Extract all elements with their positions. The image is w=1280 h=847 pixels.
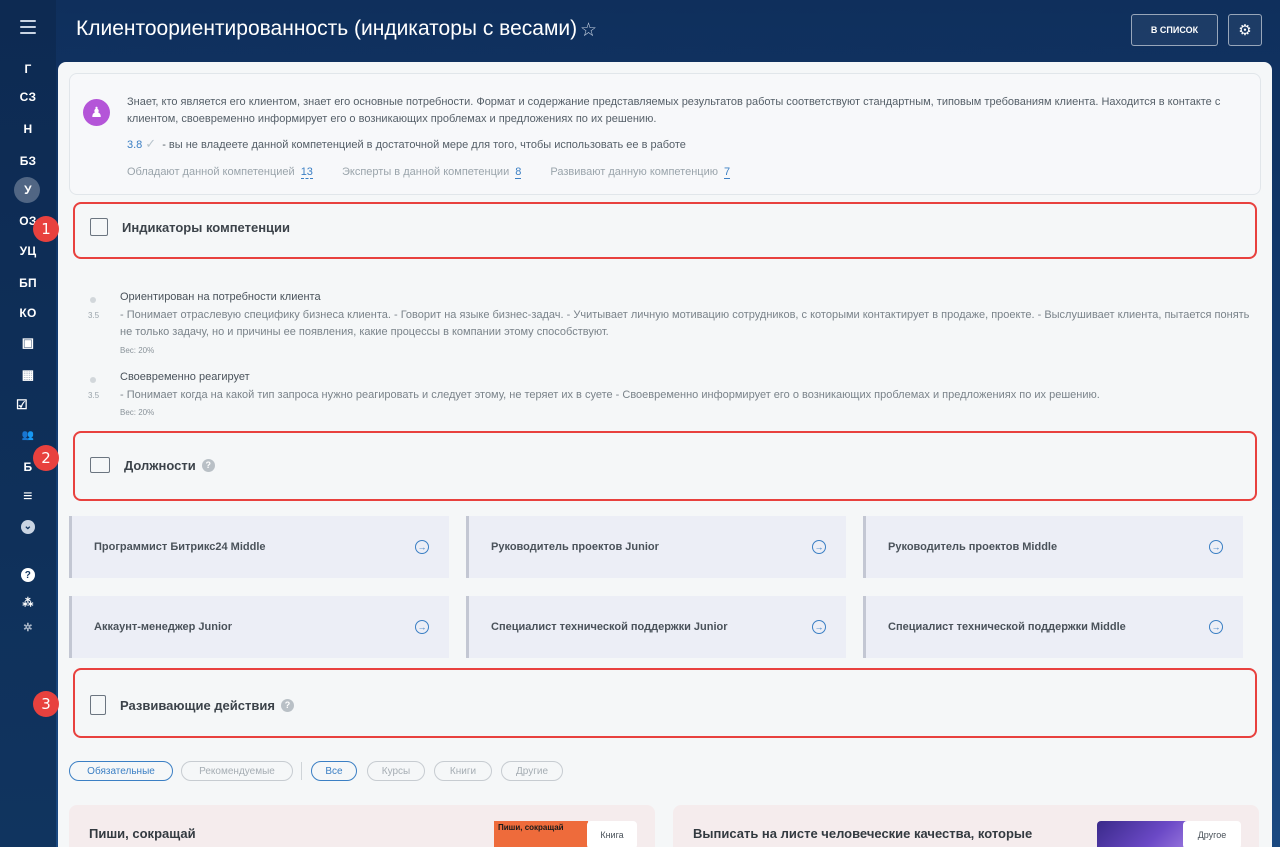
sidebar-item-n[interactable]: Н [0, 116, 56, 142]
annotation-box [73, 202, 1257, 259]
id-card-icon: ▣ [21, 335, 35, 350]
annotation-box [73, 668, 1257, 738]
sidebar-item-help[interactable]: ? [0, 562, 56, 588]
sidebar-item-tasks[interactable]: ☑1 [0, 392, 72, 418]
rating-value: 3.8 [127, 139, 143, 151]
stat-developing-count[interactable]: 7 [723, 166, 731, 179]
indicator-dot [90, 297, 96, 303]
stat-label: Развивают данную компетенцию [550, 166, 718, 178]
competence-description: Знает, кто является его клиентом, знает … [127, 96, 1221, 125]
filter-courses[interactable]: Курсы [367, 761, 425, 781]
settings-button[interactable]: ⚙ [1228, 14, 1262, 46]
annotation-number: 1 [33, 216, 59, 242]
filter-divider [301, 762, 302, 780]
action-cover-image [1097, 821, 1191, 847]
sidebar-item-settings[interactable]: ✲ [0, 614, 56, 640]
position-card[interactable]: Специалист технической поддержки Junior → [466, 596, 846, 658]
sidebar-item-sz[interactable]: СЗ [0, 84, 56, 110]
arrow-right-circle-icon[interactable]: → [812, 620, 826, 634]
position-card[interactable]: Специалист технической поддержки Middle → [863, 596, 1243, 658]
indicator-text: - Понимает когда на какой тип запроса ну… [120, 389, 1100, 401]
sidebar-item-id-card[interactable]: ▣ [0, 330, 56, 356]
action-type-badge: Другое [1183, 821, 1241, 847]
sidebar-item-bz[interactable]: БЗ [0, 148, 56, 174]
filter-required[interactable]: Обязательные [69, 761, 173, 781]
action-card[interactable]: Выписать на листе человеческие качества,… [673, 805, 1259, 847]
annotation-number: 3 [33, 691, 59, 717]
calendar-icon: ▦ [21, 367, 35, 382]
indicator-weight: Вес: 20% [120, 346, 155, 355]
sidebar-item-filter[interactable]: ≡ [0, 484, 56, 510]
indicator-title: Ориентирован на потребности клиента [120, 291, 321, 303]
competence-stats: Обладают данной компетенцией 13 Эксперты … [127, 166, 756, 179]
structure-icon: ⁂ [22, 596, 34, 609]
filter-icon: ≡ [23, 488, 33, 505]
action-card[interactable]: Пиши, сокращай Пиши, сокращай Книга [69, 805, 655, 847]
menu-icon[interactable] [20, 20, 36, 34]
star-icon[interactable]: ☆ [580, 19, 597, 42]
arrow-right-circle-icon[interactable]: → [415, 540, 429, 554]
position-card[interactable]: Руководитель проектов Junior → [466, 516, 846, 578]
chevron-down-circle-icon: ⌄ [21, 520, 35, 534]
competence-info-card: ♟ Знает, кто является его клиентом, знае… [69, 73, 1261, 195]
sidebar-item-u[interactable]: У [0, 177, 56, 203]
action-title: Пиши, сокращай [89, 826, 196, 841]
indicator-text: - Понимает отраслевую специфику бизнеса … [120, 309, 1250, 338]
stat-label: Эксперты в данной компетенции [342, 166, 510, 178]
rating-text: - вы не владеете данной компетенцией в д… [162, 139, 686, 151]
sidebar: Г СЗ Н БЗ У ОЗ УЦ БП КО ▣ ▦ ☑1 👥 Б ≡ ⌄ ?… [0, 0, 72, 847]
annotation-number: 2 [33, 445, 59, 471]
sidebar-item-group[interactable]: 👥 [0, 422, 56, 448]
filter-books[interactable]: Книги [434, 761, 492, 781]
to-list-button[interactable]: В СПИСОК [1131, 14, 1218, 46]
sidebar-item-ko[interactable]: КО [0, 300, 56, 326]
indicator-score: 3.5 [88, 311, 100, 320]
position-card[interactable]: Программист Битрикс24 Middle → [69, 516, 449, 578]
settings-icon: ✲ [23, 621, 33, 634]
sidebar-item-g[interactable]: Г [0, 56, 56, 82]
action-type-badge: Книга [587, 821, 637, 847]
group-icon: 👥 [21, 429, 35, 441]
arrow-right-circle-icon[interactable]: → [812, 540, 826, 554]
gear-icon: ⚙ [1238, 22, 1252, 39]
stat-owners-count[interactable]: 13 [300, 166, 313, 179]
arrow-right-circle-icon[interactable]: → [1209, 540, 1223, 554]
arrow-right-circle-icon[interactable]: → [1209, 620, 1223, 634]
indicator-dot [90, 377, 96, 383]
position-card[interactable]: Аккаунт-менеджер Junior → [69, 596, 449, 658]
arrow-right-circle-icon[interactable]: → [415, 620, 429, 634]
sidebar-item-calendar[interactable]: ▦ [0, 362, 56, 388]
filter-other[interactable]: Другие [501, 761, 563, 781]
action-title: Выписать на листе человеческие качества,… [693, 826, 1033, 841]
check-icon: ✓ [145, 136, 157, 151]
book-cover-image: Пиши, сокращай [494, 821, 588, 847]
competence-rating: 3.8 ✓ - вы не владеете данной компетенцией… [127, 136, 686, 152]
sidebar-item-bp[interactable]: БП [0, 270, 56, 296]
indicator-title: Своевременно реагирует [120, 371, 250, 383]
sidebar-item-structure[interactable]: ⁂ [0, 589, 56, 615]
filter-recommended[interactable]: Рекомендуемые [181, 761, 293, 781]
filter-all[interactable]: Все [311, 761, 357, 781]
indicator-score: 3.5 [88, 391, 100, 400]
person-icon: ♟ [83, 99, 110, 126]
page-title: Клиентоориентированность (индикаторы с в… [76, 17, 578, 40]
stat-experts-count[interactable]: 8 [515, 166, 522, 179]
position-card[interactable]: Руководитель проектов Middle → [863, 516, 1243, 578]
stat-label: Обладают данной компетенцией [127, 166, 295, 178]
annotation-box [73, 431, 1257, 501]
sidebar-item-more[interactable]: ⌄ [0, 514, 56, 540]
task-check-icon: ☑ [16, 397, 28, 412]
help-icon: ? [21, 568, 35, 582]
indicator-weight: Вес: 20% [120, 408, 155, 417]
